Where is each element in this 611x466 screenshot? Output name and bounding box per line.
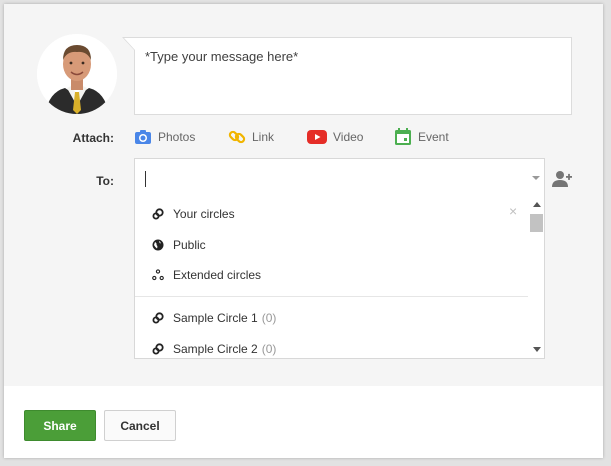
circles-dropdown: × Your circles Public Extended circles S… [134, 197, 545, 359]
dropdown-item-public[interactable]: Public [151, 235, 206, 255]
dropdown-item-label: Your circles [173, 207, 235, 221]
add-person-icon[interactable] [552, 170, 572, 188]
circles-icon [151, 312, 165, 324]
circles-icon [151, 208, 165, 220]
scroll-down-icon[interactable] [533, 347, 541, 352]
dropdown-item-count: (0) [261, 342, 277, 356]
attach-event-button[interactable]: Event [394, 128, 449, 146]
close-icon[interactable]: × [509, 204, 517, 218]
attach-link-button[interactable]: Link [228, 128, 274, 146]
youtube-icon [307, 130, 327, 144]
camera-icon [134, 129, 152, 145]
attach-event-label: Event [418, 130, 449, 144]
dropdown-item-label: Sample Circle 2 [173, 342, 258, 356]
scroll-thumb[interactable] [530, 214, 543, 232]
dropdown-scrollbar[interactable] [529, 197, 544, 358]
attach-photos-button[interactable]: Photos [134, 128, 195, 146]
message-placeholder: *Type your message here* [145, 49, 299, 64]
attach-video-label: Video [333, 130, 364, 144]
attach-video-button[interactable]: Video [307, 128, 363, 146]
share-button[interactable]: Share [24, 410, 96, 441]
to-label: To: [96, 174, 114, 188]
cancel-button[interactable]: Cancel [104, 410, 176, 441]
chevron-down-icon[interactable] [532, 176, 540, 180]
avatar [37, 34, 117, 114]
dropdown-item-your-circles[interactable]: Your circles [151, 204, 235, 224]
dropdown-item-count: (0) [261, 311, 277, 325]
globe-icon [151, 239, 165, 251]
dropdown-divider [135, 296, 528, 297]
dialog-footer: Share Cancel [4, 386, 603, 458]
dropdown-item-extended-circles[interactable]: Extended circles [151, 265, 261, 285]
share-dialog: *Type your message here* Attach: Photos … [4, 4, 603, 458]
attach-link-label: Link [252, 130, 275, 144]
recipients-input[interactable] [134, 158, 545, 198]
attach-label: Attach: [72, 131, 114, 145]
attach-photos-label: Photos [158, 130, 196, 144]
link-icon [228, 128, 246, 146]
circles-icon [151, 343, 165, 355]
user-photo-icon [37, 34, 117, 114]
dropdown-item-label: Public [173, 238, 206, 252]
dropdown-item-sample-circle-2[interactable]: Sample Circle 2 (0) [151, 339, 277, 358]
dropdown-item-label: Extended circles [173, 268, 262, 282]
message-input[interactable]: *Type your message here* [134, 37, 572, 115]
extended-circles-icon [151, 269, 165, 281]
text-caret [145, 171, 146, 187]
dropdown-item-label: Sample Circle 1 [173, 311, 258, 325]
scroll-up-icon[interactable] [533, 202, 541, 207]
calendar-icon [394, 128, 412, 146]
dropdown-item-sample-circle-1[interactable]: Sample Circle 1 (0) [151, 308, 276, 328]
message-bubble-tail-inner [124, 38, 135, 50]
